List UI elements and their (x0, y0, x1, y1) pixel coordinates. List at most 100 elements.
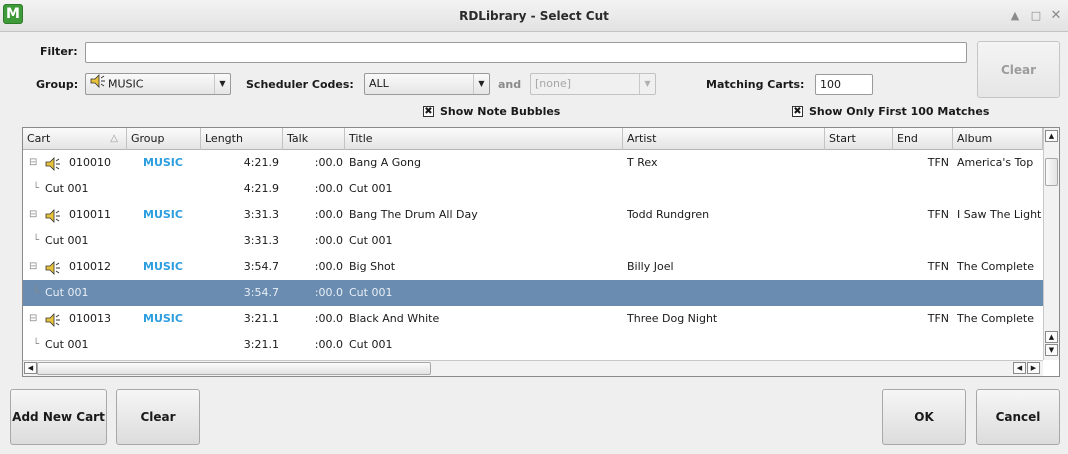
group-select[interactable]: MUSIC ▼ (85, 73, 231, 95)
horizontal-scroll-thumb[interactable] (37, 362, 431, 375)
scheduler-select[interactable]: ALL ▼ (364, 73, 490, 95)
group-label: Group: (36, 78, 79, 91)
album-cell (957, 176, 1043, 202)
column-header-title[interactable]: Title (345, 128, 623, 150)
tree-collapse-icon[interactable]: ⊟ (29, 306, 37, 332)
start-cell (829, 150, 889, 176)
column-header-cart[interactable]: Cart △ (23, 128, 127, 150)
speaker-icon (45, 207, 63, 228)
group-cell (143, 280, 197, 306)
cancel-button[interactable]: Cancel (976, 389, 1060, 445)
and-label: and (498, 78, 522, 91)
column-header-talk[interactable]: Talk (283, 128, 345, 150)
scheduler-second-select[interactable]: [none] ▼ (530, 73, 656, 95)
talk-cell: :00.0 (314, 338, 343, 351)
show-note-bubbles-label: Show Note Bubbles (440, 105, 561, 118)
cart-row[interactable]: ⊟ 010010 MUSIC 4:21.9:00.0 Bang A Gong T Rex T… (23, 150, 1043, 176)
title-cell: Black And White (349, 312, 440, 325)
title-cell: Cut 001 (349, 234, 393, 247)
filter-clear-button[interactable]: Clear (977, 41, 1060, 98)
talk-cell: :00.0 (314, 208, 343, 221)
cut-name: Cut 001 (45, 182, 89, 195)
vertical-scroll-thumb[interactable] (1045, 158, 1058, 186)
scroll-down-icon[interactable]: ▼ (1045, 344, 1058, 356)
length-cell: 3:54.7 (243, 260, 279, 273)
title-bar: M RDLibrary - Select Cut ▲ □ ✕ (0, 0, 1068, 32)
start-cell (829, 332, 889, 358)
filter-input[interactable] (85, 42, 967, 63)
scroll-left-icon[interactable]: ◀ (24, 362, 37, 374)
tree-branch-icon: └ (33, 287, 40, 298)
length-cell: 4:21.9 (243, 156, 279, 169)
tree-collapse-icon[interactable]: ⊟ (29, 150, 37, 176)
checkbox-checked-icon: ✖ (423, 106, 434, 117)
end-cell: TFN (927, 312, 949, 325)
checkbox-checked-icon: ✖ (792, 106, 803, 117)
group-cell: MUSIC (143, 260, 183, 273)
length-cell: 3:31.3 (243, 208, 279, 221)
ok-button[interactable]: OK (882, 389, 966, 445)
title-cell: Bang The Drum All Day (349, 208, 478, 221)
scroll-up-icon[interactable]: ▲ (1045, 331, 1058, 343)
artist-cell: Billy Joel (627, 260, 674, 273)
tree-branch-icon: └ (33, 235, 40, 246)
cart-row[interactable]: ⊟ 010011 MUSIC 3:31.3:00.0 Bang The Drum All… (23, 202, 1043, 228)
group-cell (143, 176, 197, 202)
title-cell: Big Shot (349, 260, 396, 273)
album-cell: I Saw The Light (957, 208, 1042, 221)
column-header-length[interactable]: Length (201, 128, 283, 150)
cart-row[interactable]: ⊟ 010013 MUSIC 3:21.1:00.0 Black And White Th… (23, 306, 1043, 332)
horizontal-scrollbar[interactable]: ◀ ◀ ▶ (23, 360, 1043, 376)
tree-branch-icon: └ (33, 339, 40, 350)
scheduler-second-value: [none] (535, 77, 572, 90)
scroll-up-icon[interactable]: ▲ (1045, 130, 1058, 142)
add-new-cart-button[interactable]: Add New Cart (10, 389, 107, 445)
chevron-down-icon: ▼ (214, 74, 230, 94)
cut-name: Cut 001 (45, 338, 89, 351)
scroll-left-icon[interactable]: ◀ (1013, 362, 1026, 374)
cut-row[interactable]: └ Cut 001 3:54.7:00.0 Cut 001 (23, 280, 1043, 306)
end-cell (893, 280, 949, 306)
album-cell (957, 228, 1043, 254)
cart-cell: ⊟ 010012 (23, 254, 127, 280)
show-first-100-checkbox[interactable]: ✖ Show Only First 100 Matches (792, 105, 989, 118)
clear-button[interactable]: Clear (116, 389, 200, 445)
tree-collapse-icon[interactable]: ⊟ (29, 202, 37, 228)
cut-row[interactable]: └ Cut 001 4:21.9:00.0 Cut 001 (23, 176, 1043, 202)
cut-row[interactable]: └ Cut 001 3:31.3:00.0 Cut 001 (23, 228, 1043, 254)
talk-cell: :00.0 (314, 234, 343, 247)
maximize-icon[interactable]: □ (1029, 9, 1043, 23)
talk-cell: :00.0 (314, 312, 343, 325)
column-header-artist[interactable]: Artist (623, 128, 825, 150)
artist-cell (627, 280, 821, 306)
column-header-album[interactable]: Album (953, 128, 1043, 150)
length-cell: 4:21.9 (243, 182, 279, 195)
start-cell (829, 202, 889, 228)
scheduler-label: Scheduler Codes: (246, 78, 354, 91)
cut-name: Cut 001 (45, 286, 89, 299)
talk-cell: :00.0 (314, 156, 343, 169)
cart-list[interactable]: Cart △ Group Length Talk Title Artist Sta… (22, 127, 1060, 377)
cart-row[interactable]: ⊟ 010012 MUSIC 3:54.7:00.0 Big Shot Billy Joe… (23, 254, 1043, 280)
column-header-group[interactable]: Group (127, 128, 201, 150)
group-cell: MUSIC (143, 156, 183, 169)
cut-row[interactable]: └ Cut 001 3:21.1:00.0 Cut 001 (23, 332, 1043, 358)
speaker-icon (45, 259, 63, 280)
title-cell: Cut 001 (349, 286, 393, 299)
close-icon[interactable]: ✕ (1049, 9, 1063, 23)
artist-cell: Todd Rundgren (627, 208, 710, 221)
end-cell (893, 332, 949, 358)
show-note-bubbles-checkbox[interactable]: ✖ Show Note Bubbles (423, 105, 560, 118)
matching-carts-label: Matching Carts: (706, 78, 805, 91)
cart-cell: └ Cut 001 (23, 332, 127, 358)
group-cell: MUSIC (143, 208, 183, 221)
title-cell: Cut 001 (349, 338, 393, 351)
column-header-start[interactable]: Start (825, 128, 893, 150)
show-first-100-label: Show Only First 100 Matches (809, 105, 990, 118)
tree-collapse-icon[interactable]: ⊟ (29, 254, 37, 280)
vertical-scrollbar[interactable]: ▲ ▲ ▼ (1043, 128, 1059, 360)
album-cell: The Complete (957, 260, 1034, 273)
column-header-end[interactable]: End (893, 128, 953, 150)
chevron-up-icon[interactable]: ▲ (1008, 9, 1022, 23)
scroll-right-icon[interactable]: ▶ (1027, 362, 1040, 374)
